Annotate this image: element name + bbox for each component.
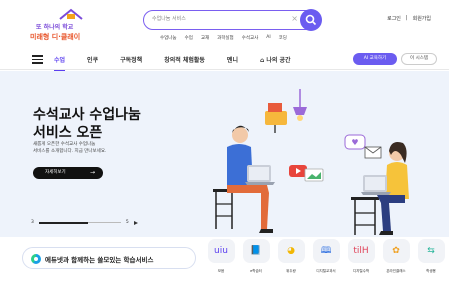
- nav-item-5[interactable]: 멘니: [227, 55, 238, 64]
- main-nav: 수업 인쿠 구독정책 창의적 체험활동 멘니 ⌂ 나의 공간 AI 교육하기 이…: [0, 50, 449, 71]
- nav-item-my-space-label: 나의 공간: [266, 57, 291, 64]
- service-list: uiu 모음 📘 e학습터 ◕ 위두랑 🕮 디지털교과서 tilH 디지털수학 ✿ 온라인클래스 ⇆ 학생…: [205, 239, 449, 274]
- play-button-icon: [289, 165, 307, 177]
- service-label: e학습터: [250, 269, 262, 273]
- lamp-icon: [293, 89, 307, 121]
- keyword-link[interactable]: 코딩: [279, 35, 287, 41]
- mailbox-icon: [265, 103, 287, 133]
- search-input[interactable]: 수업나눔 서비스: [152, 15, 186, 22]
- hero-subtitle-line1: 새롭게 오픈한 수석교사 수업나눔: [33, 142, 96, 147]
- tagline-text: 에듀넷과 함께하는 쓸모있는 학습서비스: [45, 256, 154, 264]
- teacher-man-figure: [213, 125, 275, 233]
- pager-fill: [38, 221, 89, 224]
- pager-track[interactable]: [38, 221, 121, 224]
- edunet-tagline[interactable]: 에듀넷과 함께하는 쓸모있는 학습서비스: [22, 247, 196, 269]
- service-icon: uiu: [207, 239, 235, 263]
- arrow-right-icon: →: [89, 169, 95, 176]
- service-label: 온라인클래스: [386, 269, 406, 273]
- service-label: 위두랑: [286, 269, 296, 273]
- search-icon: [305, 14, 317, 26]
- hero-title-line2: 서비스 오픈: [33, 125, 103, 141]
- service-tile[interactable]: uiu 모음: [205, 239, 237, 274]
- keyword-link[interactable]: AI: [266, 35, 270, 41]
- house-roof-icon: [59, 8, 83, 20]
- service-icon: ◕: [277, 239, 305, 263]
- nav-item-class[interactable]: 수업: [54, 55, 66, 71]
- service-strip: 에듀넷과 함께하는 쓸모있는 학습서비스 uiu 모음 📘 e학습터 ◕ 위두랑 🕮 디지털교…: [0, 237, 449, 287]
- search-box[interactable]: 수업나눔 서비스 ×: [143, 9, 322, 31]
- play-icon[interactable]: [133, 220, 138, 225]
- service-tile[interactable]: ✿ 온라인클래스: [380, 239, 412, 274]
- hero-more-button[interactable]: 자세히보기 →: [33, 167, 103, 179]
- logo-line2: 미래형 디·클래이: [30, 33, 81, 41]
- nav-item-activities[interactable]: 창의적 체험활동: [164, 55, 205, 64]
- nav-item-subscription[interactable]: 구독정책: [120, 55, 142, 64]
- service-icon: ✿: [382, 239, 410, 263]
- popular-keywords: 수업나눔 수업 교재 과학실험 수석교사 AI 코딩: [160, 35, 287, 41]
- service-label: 디지털수학: [352, 269, 370, 273]
- service-label: 모음: [217, 269, 225, 273]
- site-logo[interactable]: 또 하나의 학교 미래형 디·클래이: [30, 8, 110, 42]
- logo-line1: 또 하나의 학교: [36, 24, 74, 31]
- clear-icon[interactable]: ×: [291, 14, 298, 23]
- service-label: 학생용: [426, 269, 436, 273]
- keyword-link[interactable]: 교재: [201, 35, 209, 41]
- system-button[interactable]: 이 시스템: [401, 53, 437, 65]
- keyword-link[interactable]: 수석교사: [242, 35, 259, 41]
- divider: |: [405, 15, 408, 21]
- service-tile[interactable]: ⇆ 학생용: [415, 239, 447, 274]
- image-card-icon: [304, 168, 324, 182]
- edu-net-logo-icon: [31, 254, 41, 264]
- service-icon: 📘: [242, 239, 270, 263]
- pager-total: 5: [125, 220, 129, 225]
- service-tile[interactable]: 📘 e학습터: [240, 239, 272, 274]
- service-icon: 🕮: [312, 239, 340, 263]
- hero-banner: 수석교사 수업나눔 서비스 오픈 새롭게 오픈한 수석교사 수업나눔 서비스를 …: [0, 71, 449, 237]
- login-link[interactable]: 로그인: [387, 15, 401, 22]
- service-icon: tilH: [347, 239, 375, 263]
- carousel-pager: 3 5: [31, 220, 138, 225]
- keyword-link[interactable]: 수업: [185, 35, 193, 41]
- ai-edu-button[interactable]: AI 교육하기: [353, 53, 397, 65]
- service-tile[interactable]: ◕ 위두랑: [275, 239, 307, 274]
- search-button[interactable]: [300, 9, 322, 31]
- hero-subtitle-line2: 서비스를 소개합니다. 지금 만나보세요.: [33, 149, 107, 154]
- keyword-link[interactable]: 수업나눔: [160, 35, 177, 41]
- nav-item-2[interactable]: 인쿠: [87, 55, 98, 64]
- hero-title-line1: 수석교사 수업나눔: [33, 107, 141, 123]
- top-links: 로그인 | 회원가입: [387, 15, 431, 22]
- pager-current: 3: [31, 220, 34, 225]
- speech-bubble-icon: ♥: [344, 134, 366, 150]
- nav-items: 수업 인쿠 구독정책 창의적 체험활동 멘니 ⌂ 나의 공간: [54, 55, 313, 71]
- nav-item-my-space[interactable]: ⌂ 나의 공간: [260, 55, 291, 64]
- envelope-icon: [364, 146, 382, 159]
- service-tile[interactable]: tilH 디지털수학: [345, 239, 377, 274]
- signup-link[interactable]: 회원가입: [413, 15, 431, 22]
- service-icon: ⇆: [417, 239, 445, 263]
- hero-more-label: 자세히보기: [45, 170, 66, 175]
- service-tile[interactable]: 🕮 디지털교과서: [310, 239, 342, 274]
- menu-icon[interactable]: [32, 55, 43, 64]
- hero-illustration: ♥: [213, 89, 409, 235]
- keyword-link[interactable]: 과학실험: [217, 35, 234, 41]
- service-label: 디지털교과서: [316, 269, 336, 273]
- svg-text:♥: ♥: [351, 138, 358, 147]
